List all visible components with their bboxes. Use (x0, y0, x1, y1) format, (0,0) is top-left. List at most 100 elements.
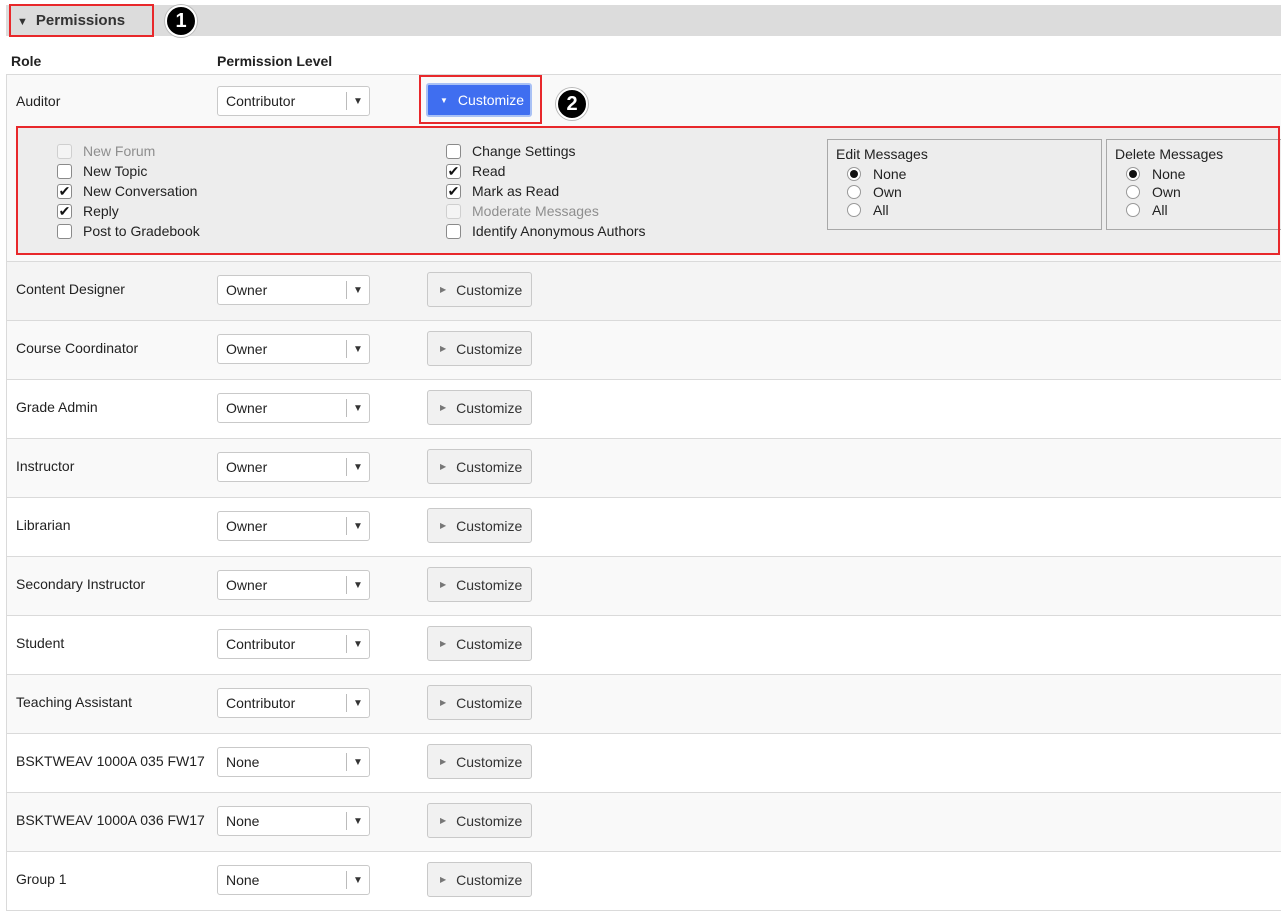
radio-label: Own (873, 184, 902, 200)
role-name: Secondary Instructor (16, 576, 146, 592)
customize-button[interactable]: ▶ Customize (427, 567, 532, 602)
permissions-section-toggle[interactable]: ▼ Permissions (9, 4, 154, 37)
customize-label: Customize (456, 458, 523, 475)
radio-delete-own[interactable]: Own (1115, 183, 1278, 201)
checkbox-change-settings[interactable]: Change Settings (446, 141, 646, 161)
triangle-right-icon: ▶ (440, 403, 447, 412)
select-value: Owner (226, 341, 268, 357)
radio-delete-all[interactable]: All (1115, 201, 1278, 219)
delete-messages-group: Delete Messages None Own All (1106, 139, 1281, 230)
radio-button[interactable] (1126, 185, 1140, 199)
callout-2: 2 (556, 88, 588, 120)
select-value: Owner (226, 459, 268, 475)
caret-down-icon: ▼ (353, 95, 363, 107)
triangle-right-icon: ▶ (440, 580, 447, 589)
radio-label: None (1152, 166, 1186, 182)
checkbox[interactable]: ✔ (446, 163, 461, 179)
triangle-right-icon: ▶ (440, 344, 447, 353)
checkbox-new-topic[interactable]: New Topic (57, 161, 200, 181)
role-name: Librarian (16, 517, 71, 533)
radio-label: Own (1152, 184, 1181, 200)
checkbox[interactable]: ✔ (57, 203, 72, 219)
customize-button[interactable]: ▶ Customize (427, 626, 532, 661)
permission-level-select[interactable]: None ▼ (217, 865, 370, 895)
triangle-right-icon: ▶ (440, 521, 447, 530)
radio-button[interactable] (1126, 203, 1140, 217)
caret-down-icon: ▼ (353, 874, 363, 886)
customize-label: Customize (456, 753, 523, 770)
customize-button[interactable]: ▶ Customize (427, 685, 532, 720)
customize-button[interactable]: ▶ Customize (427, 449, 532, 484)
role-name: Group 1 (16, 871, 67, 887)
customize-button[interactable]: ▶ Customize (427, 272, 532, 307)
customize-button[interactable]: ▶ Customize (427, 331, 532, 366)
checkbox-new-forum[interactable]: New Forum (57, 141, 200, 161)
callout-1: 1 (165, 5, 197, 37)
triangle-right-icon: ▶ (440, 816, 447, 825)
radio-button[interactable] (847, 185, 861, 199)
permission-level-select[interactable]: Owner ▼ (217, 511, 370, 541)
checkbox[interactable]: ✔ (446, 183, 461, 199)
permission-level-select[interactable]: Owner ▼ (217, 275, 370, 305)
checkbox[interactable] (446, 223, 461, 239)
customize-button[interactable]: ▶ Customize (427, 744, 532, 779)
customize-button[interactable]: ▶ Customize (427, 803, 532, 838)
role-name: Teaching Assistant (16, 694, 132, 710)
checkbox[interactable] (57, 143, 72, 159)
permission-level-select[interactable]: Owner ▼ (217, 452, 370, 482)
radio-delete-none[interactable]: None (1115, 165, 1278, 183)
checkbox-post-to-gradebook[interactable]: Post to Gradebook (57, 221, 200, 241)
checkbox-label: Moderate Messages (472, 203, 599, 219)
select-value: None (226, 872, 260, 888)
checkbox-new-conversation[interactable]: ✔ New Conversation (57, 181, 200, 201)
customize-button[interactable]: ▶ Customize (427, 508, 532, 543)
permission-level-select[interactable]: Contributor ▼ (217, 629, 370, 659)
customize-button[interactable]: ▶ Customize (427, 390, 532, 425)
radio-button[interactable] (847, 167, 861, 181)
checkbox[interactable] (446, 143, 461, 159)
select-value: Owner (226, 518, 268, 534)
table-row: Auditor Contributor ▼ ▼ Customize 2 New … (7, 74, 1281, 261)
checkbox-label: Mark as Read (472, 183, 560, 199)
table-row: Course Coordinator Owner ▼ ▶ Customize (7, 320, 1281, 379)
checkmark-icon: ✔ (58, 182, 71, 199)
checkbox-reply[interactable]: ✔ Reply (57, 201, 200, 221)
checkbox-identify-anonymous-authors[interactable]: Identify Anonymous Authors (446, 221, 646, 241)
radio-button[interactable] (847, 203, 861, 217)
permission-level-select[interactable]: None ▼ (217, 747, 370, 777)
table-row: Student Contributor ▼ ▶ Customize (7, 615, 1281, 674)
checkbox-moderate-messages[interactable]: Moderate Messages (446, 201, 646, 221)
customize-label: Customize (456, 812, 523, 829)
customize-button[interactable]: ▼ Customize (426, 83, 532, 117)
role-name: Instructor (16, 458, 75, 474)
radio-edit-all[interactable]: All (836, 201, 1093, 219)
checkbox-read[interactable]: ✔ Read (446, 161, 646, 181)
checkbox[interactable] (57, 223, 72, 239)
checkbox[interactable] (446, 203, 461, 219)
permission-level-select[interactable]: Owner ▼ (217, 393, 370, 423)
table-row: BSKTWEAV 1000A 035 FW17 None ▼ ▶ Customi… (7, 733, 1281, 792)
table-row: Teaching Assistant Contributor ▼ ▶ Custo… (7, 674, 1281, 733)
customize-button[interactable]: ▶ Customize (427, 862, 532, 897)
radio-edit-none[interactable]: None (836, 165, 1093, 183)
radio-edit-own[interactable]: Own (836, 183, 1093, 201)
permission-level-select[interactable]: Owner ▼ (217, 334, 370, 364)
checkbox[interactable] (57, 163, 72, 179)
permission-level-select[interactable]: None ▼ (217, 806, 370, 836)
select-value: Owner (226, 282, 268, 298)
customize-label: Customize (456, 340, 523, 357)
checkbox-mark-as-read[interactable]: ✔ Mark as Read (446, 181, 646, 201)
permission-level-select[interactable]: Owner ▼ (217, 570, 370, 600)
permission-level-select[interactable]: Contributor ▼ (217, 688, 370, 718)
radio-button[interactable] (1126, 167, 1140, 181)
select-value: Contributor (226, 695, 296, 711)
caret-down-icon: ▼ (353, 697, 363, 709)
permission-level-select[interactable]: Contributor ▼ (217, 86, 370, 116)
customize-label: Customize (456, 576, 523, 593)
customize-label: Customize (456, 694, 523, 711)
checkbox[interactable]: ✔ (57, 182, 72, 199)
select-value: Owner (226, 577, 268, 593)
caret-down-icon: ▼ (353, 343, 363, 355)
checkbox-label: Post to Gradebook (83, 223, 200, 239)
select-value: Contributor (226, 636, 296, 652)
